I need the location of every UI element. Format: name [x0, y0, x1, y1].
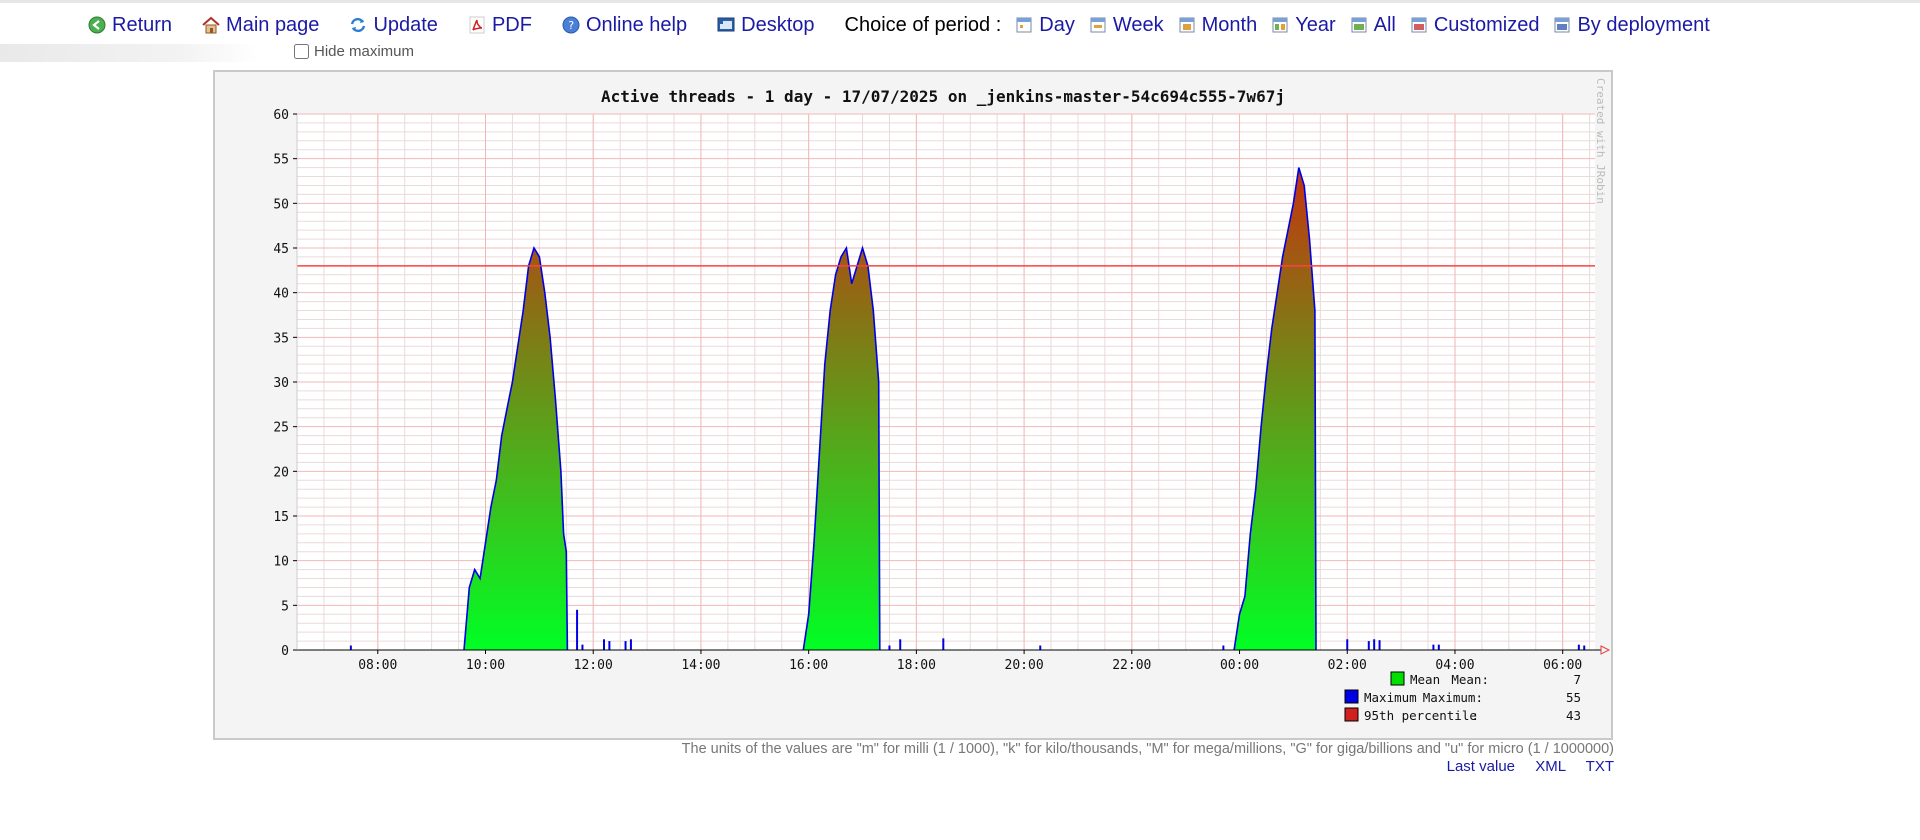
x-tick-label: 00:00 — [1220, 658, 1259, 673]
period-week[interactable]: Week — [1089, 14, 1164, 37]
xml-link[interactable]: XML — [1535, 758, 1565, 775]
home-icon — [202, 16, 220, 34]
y-tick-label: 50 — [273, 197, 289, 212]
y-tick-label: 40 — [273, 287, 289, 302]
period-all[interactable]: All — [1350, 14, 1396, 37]
svg-text:?: ? — [568, 19, 575, 32]
legend-swatch — [1390, 671, 1405, 686]
hide-maximum-label: Hide maximum — [314, 43, 415, 60]
hide-maximum-option[interactable]: Hide maximum — [294, 43, 414, 60]
pdf-icon — [469, 16, 485, 34]
online-help-link[interactable]: ? Online help — [562, 14, 687, 37]
update-link[interactable]: Update — [349, 14, 438, 37]
y-tick-label: 60 — [273, 108, 289, 123]
y-tick-label: 30 — [273, 376, 289, 391]
calendar-icon — [1554, 17, 1570, 33]
calendar-icon — [1016, 17, 1032, 33]
period-by-deployment[interactable]: By deployment — [1553, 13, 1710, 37]
legend-label: Mean — [1410, 672, 1440, 687]
period-by-deployment-label: By deployment — [1577, 13, 1710, 36]
y-tick-label: 0 — [281, 644, 289, 659]
legend-value: 55 — [1566, 690, 1581, 705]
footer-links: Last value XML TXT — [1431, 758, 1614, 775]
y-tick-label: 35 — [273, 331, 289, 346]
x-tick-label: 18:00 — [897, 658, 936, 673]
legend-label: Maximum — [1364, 690, 1417, 705]
main-page-link[interactable]: Main page — [202, 14, 319, 37]
x-tick-label: 10:00 — [466, 658, 505, 673]
period-year-label: Year — [1295, 13, 1336, 36]
chart-legend: Mean Mean: 7 Maximum Maximum: 55 95th percenti… — [1344, 671, 1581, 723]
active-threads-chart: 0 5 10 15 20 25 30 35 40 45 50 55 60 08:00 10:00 12:00 1… — [273, 78, 1611, 723]
period-day-label: Day — [1039, 13, 1075, 36]
y-tick-label: 25 — [273, 421, 289, 436]
y-tick-label: 5 — [281, 599, 289, 614]
x-tick-label: 16:00 — [789, 658, 828, 673]
menu-shadow — [0, 44, 260, 62]
x-tick-label: 04:00 — [1435, 658, 1474, 673]
x-tick-label: 22:00 — [1112, 658, 1151, 673]
update-label: Update — [373, 13, 438, 36]
desktop-link[interactable]: Desktop — [717, 13, 815, 37]
x-tick-label: 14:00 — [681, 658, 720, 673]
x-tick-label: 08:00 — [358, 658, 397, 673]
hide-maximum-checkbox[interactable] — [294, 44, 309, 59]
x-tick-label: 12:00 — [574, 658, 613, 673]
legend-value: 43 — [1566, 708, 1581, 723]
period-customized[interactable]: Customized — [1410, 13, 1540, 37]
txt-link[interactable]: TXT — [1586, 758, 1614, 775]
desktop-icon — [717, 17, 735, 32]
legend-sublabel: Mean: — [1451, 672, 1489, 687]
period-year[interactable]: Year — [1271, 13, 1336, 37]
legend-label: 95th percentile — [1364, 708, 1477, 723]
calendar-icon — [1090, 17, 1106, 33]
legend-value: 7 — [1573, 672, 1581, 687]
y-tick-label: 20 — [273, 465, 289, 480]
desktop-label: Desktop — [741, 13, 815, 36]
main-page-label: Main page — [226, 13, 320, 36]
top-border — [0, 0, 1920, 3]
period-day[interactable]: Day — [1015, 14, 1075, 37]
y-tick-label: 45 — [273, 242, 289, 257]
period-all-label: All — [1373, 13, 1396, 36]
y-tick-label: 10 — [273, 555, 289, 570]
x-axis-arrow — [1600, 645, 1611, 655]
toolbar: Return Main page Update PDF ? Online hel… — [88, 10, 1724, 40]
period-month[interactable]: Month — [1178, 13, 1258, 37]
legend-sublabel: Maximum: — [1423, 690, 1483, 705]
calendar-icon — [1179, 17, 1195, 33]
legend-swatch — [1344, 689, 1359, 704]
online-help-label: Online help — [585, 13, 688, 36]
legend-swatch — [1344, 707, 1359, 722]
units-note: The units of the values are "m" for mill… — [681, 741, 1614, 757]
return-link[interactable]: Return — [88, 14, 172, 37]
pdf-link[interactable]: PDF — [468, 14, 532, 37]
chart-watermark: Created with JRobin — [1594, 78, 1607, 204]
x-tick-label: 20:00 — [1005, 658, 1044, 673]
y-tick-label: 55 — [273, 153, 289, 168]
period-week-label: Week — [1112, 13, 1164, 36]
refresh-icon — [351, 17, 366, 33]
period-choice-label: Choice of period : — [844, 13, 1002, 36]
pdf-label: PDF — [491, 13, 532, 36]
back-icon — [88, 16, 106, 34]
chart-title: Active threads - 1 day - 17/07/2025 on _… — [601, 87, 1285, 106]
help-icon: ? — [562, 16, 580, 34]
period-customized-label: Customized — [1433, 13, 1540, 36]
calendar-icon — [1272, 17, 1288, 33]
last-value-link[interactable]: Last value — [1447, 758, 1515, 775]
x-tick-label: 02:00 — [1328, 658, 1367, 673]
legend-sublabel: : — [1471, 708, 1479, 723]
x-tick-label: 06:00 — [1543, 658, 1582, 673]
chart-frame: 0 5 10 15 20 25 30 35 40 45 50 55 60 08:00 10:00 12:00 1… — [213, 70, 1613, 740]
calendar-icon — [1411, 17, 1427, 33]
period-month-label: Month — [1201, 13, 1258, 36]
calendar-icon — [1351, 17, 1367, 33]
y-tick-label: 15 — [273, 510, 289, 525]
return-label: Return — [112, 13, 173, 36]
